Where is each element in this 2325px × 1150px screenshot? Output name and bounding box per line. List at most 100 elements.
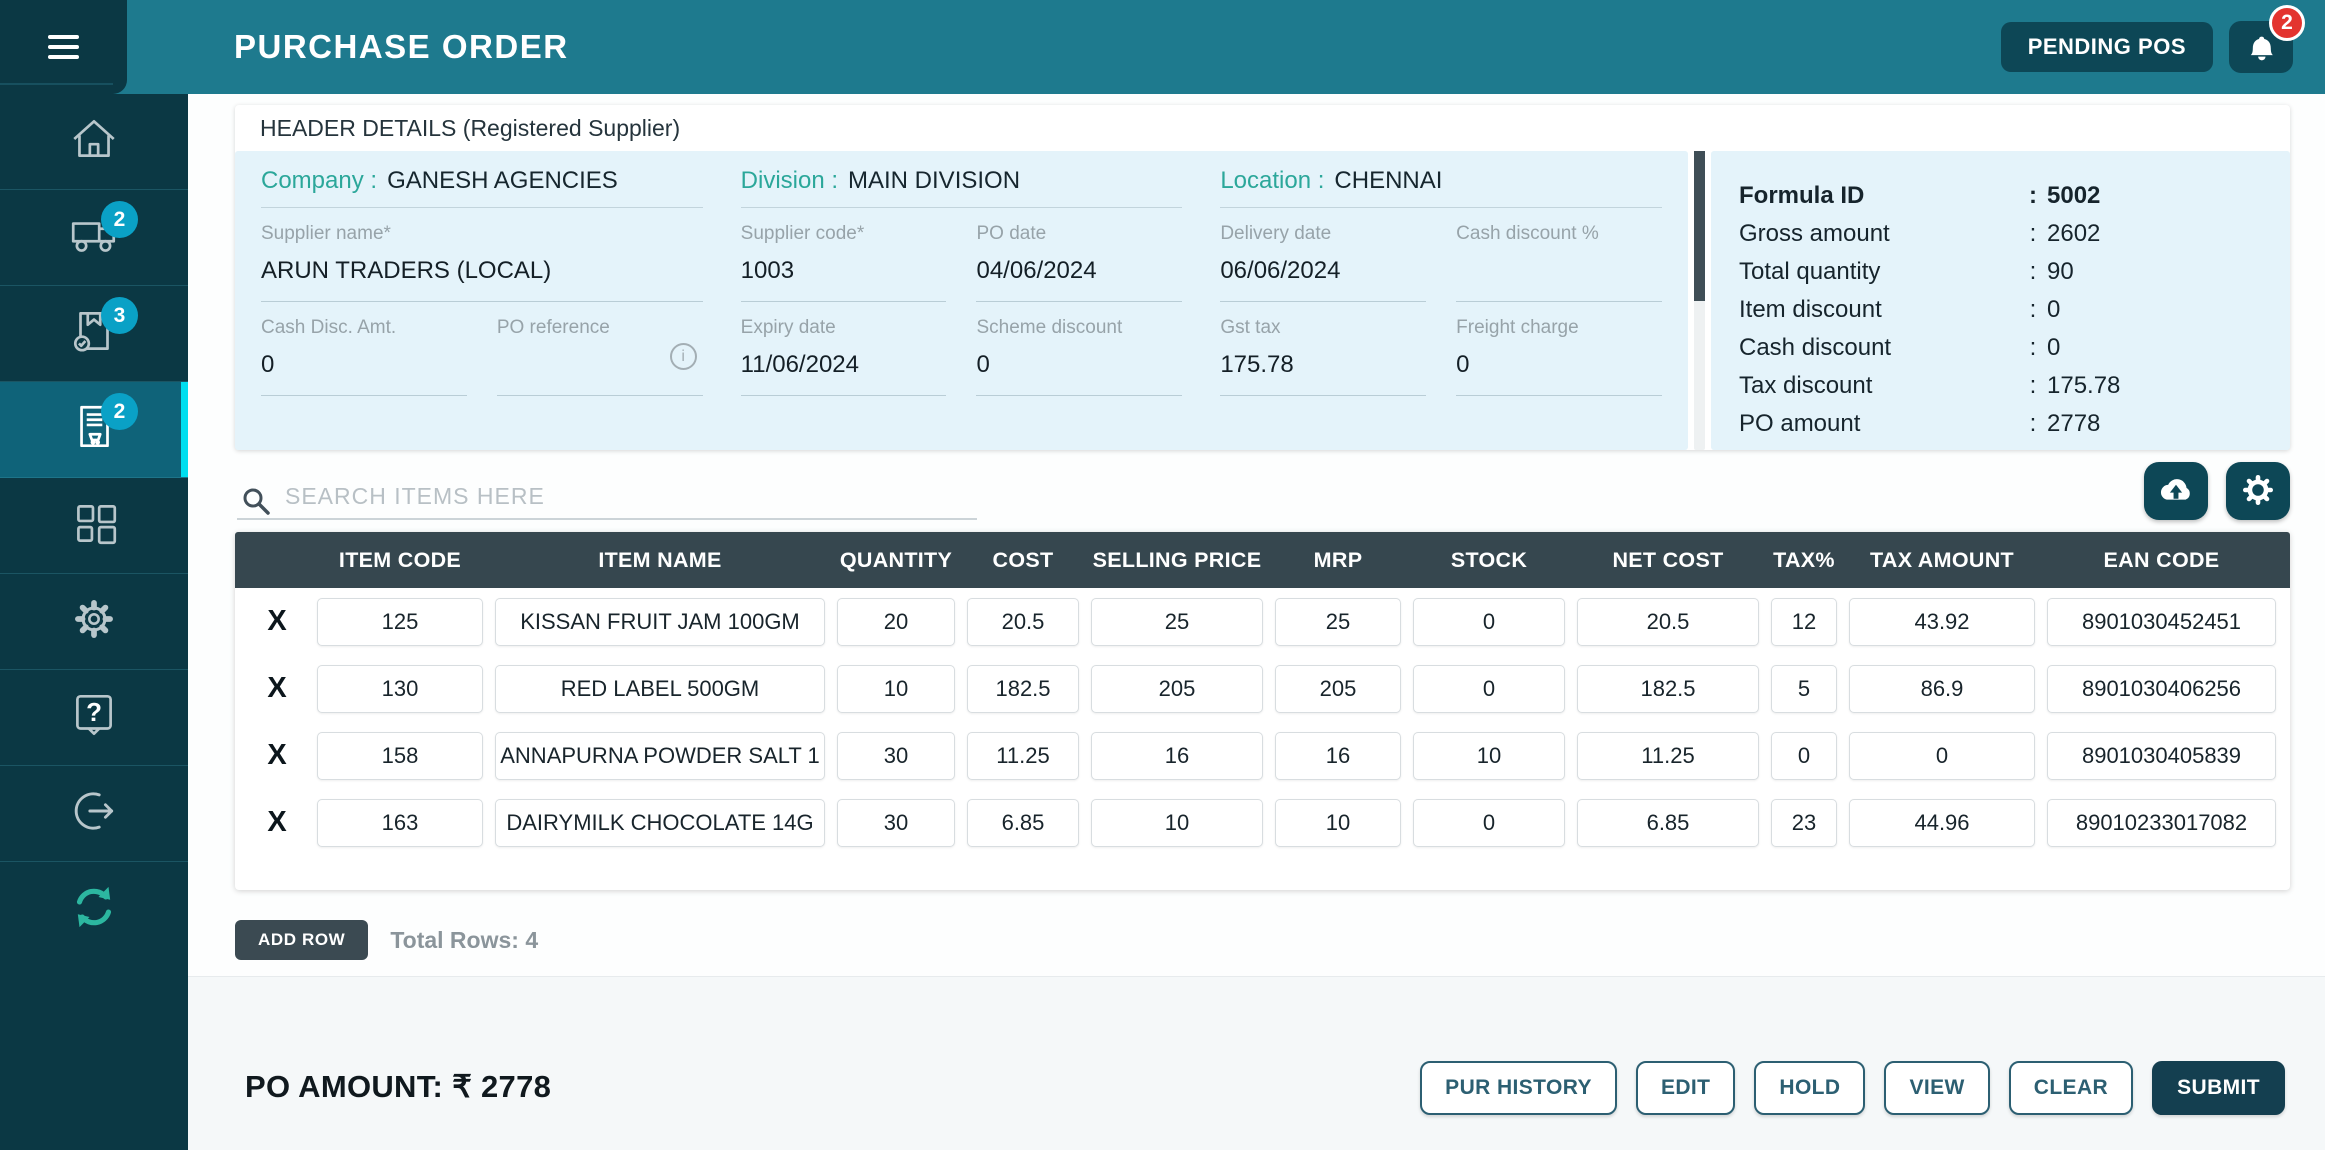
- pending-pos-button[interactable]: PENDING POS: [2000, 22, 2213, 72]
- item-code-input[interactable]: [317, 597, 483, 646]
- sidebar-item-deliveries[interactable]: 2: [0, 190, 188, 286]
- stock-input[interactable]: [1413, 597, 1565, 646]
- freight-charge-field[interactable]: Freight charge 0: [1456, 317, 1662, 396]
- po-amount-total: PO AMOUNT: ₹ 2778: [245, 1069, 552, 1104]
- notifications-button[interactable]: 2: [2229, 5, 2305, 73]
- selling-price-input[interactable]: [1091, 664, 1263, 713]
- cash-disc-amt-field[interactable]: Cash Disc. Amt. 0: [261, 317, 467, 396]
- stock-input[interactable]: [1413, 798, 1565, 847]
- quantity-input[interactable]: [837, 597, 955, 646]
- mrp-input[interactable]: [1275, 664, 1401, 713]
- supplier-code-field[interactable]: Supplier code* 1003: [740, 223, 947, 302]
- delete-row-button[interactable]: X: [249, 808, 305, 837]
- scrollbar-thumb[interactable]: [1694, 151, 1705, 301]
- stock-input[interactable]: [1413, 664, 1565, 713]
- expiry-date-field[interactable]: Expiry date 11/06/2024: [740, 317, 947, 396]
- item-code-input[interactable]: [317, 731, 483, 780]
- delete-row-button[interactable]: X: [249, 674, 305, 703]
- division-heading: Division : MAIN DIVISION: [740, 167, 1183, 208]
- table-settings-button[interactable]: [2226, 462, 2290, 520]
- quantity-input[interactable]: [837, 731, 955, 780]
- tax-pct-input[interactable]: [1771, 664, 1837, 713]
- item-code-input[interactable]: [317, 664, 483, 713]
- quantity-input[interactable]: [837, 798, 955, 847]
- stock-input[interactable]: [1413, 731, 1565, 780]
- hold-button[interactable]: HOLD: [1754, 1061, 1866, 1115]
- help-icon: ?: [67, 688, 121, 747]
- ean-code-input[interactable]: [2047, 798, 2276, 847]
- selling-price-input[interactable]: [1091, 597, 1263, 646]
- supplier-name-field[interactable]: Supplier name* ARUN TRADERS (LOCAL): [261, 223, 703, 302]
- division-label: Division :: [740, 167, 839, 194]
- quantity-input[interactable]: [837, 664, 955, 713]
- net-cost-input[interactable]: [1577, 731, 1759, 780]
- tax-pct-input[interactable]: [1771, 597, 1837, 646]
- ean-code-input[interactable]: [2047, 664, 2276, 713]
- tax-pct-input[interactable]: [1771, 798, 1837, 847]
- formula-row: Tax discount:175.78: [1739, 372, 2121, 399]
- selling-price-input[interactable]: [1091, 798, 1263, 847]
- delivery-date-field[interactable]: Delivery date 06/06/2024: [1220, 223, 1427, 302]
- page-title: PURCHASE ORDER: [234, 28, 569, 65]
- pur-history-button[interactable]: PUR HISTORY: [1420, 1061, 1617, 1115]
- topbar-actions: PENDING POS 2: [2000, 0, 2305, 94]
- tax-amount-input[interactable]: [1849, 597, 2035, 646]
- hamburger-icon: [48, 35, 79, 59]
- tax-amount-input[interactable]: [1849, 798, 2035, 847]
- mrp-input[interactable]: [1275, 597, 1401, 646]
- menu-toggle-button[interactable]: [0, 0, 127, 94]
- edit-button[interactable]: EDIT: [1635, 1061, 1736, 1115]
- info-icon: i: [669, 343, 697, 370]
- cash-discount-pct-field[interactable]: Cash discount %: [1456, 223, 1662, 302]
- add-row-button[interactable]: ADD ROW: [235, 920, 369, 960]
- sidebar-item-settings[interactable]: [0, 574, 188, 670]
- po-date-field[interactable]: PO date 04/06/2024: [976, 223, 1183, 302]
- tax-amount-input[interactable]: [1849, 731, 2035, 780]
- net-cost-input[interactable]: [1577, 597, 1759, 646]
- net-cost-input[interactable]: [1577, 798, 1759, 847]
- formula-row: Gross amount:2602: [1739, 220, 2101, 247]
- division-value: MAIN DIVISION: [848, 167, 1021, 194]
- cost-input[interactable]: [967, 597, 1079, 646]
- item-name-input[interactable]: [495, 597, 825, 646]
- item-name-input[interactable]: [495, 664, 825, 713]
- sidebar-item-goods-receipt[interactable]: 3: [0, 286, 188, 382]
- mrp-input[interactable]: [1275, 731, 1401, 780]
- gst-tax-field[interactable]: Gst tax 175.78: [1220, 317, 1427, 396]
- goods-receipt-count-badge: 3: [101, 297, 138, 334]
- ean-code-input[interactable]: [2047, 597, 2276, 646]
- po-reference-field[interactable]: PO reference i: [496, 317, 703, 396]
- search-items-input[interactable]: [237, 474, 977, 520]
- submit-button[interactable]: SUBMIT: [2152, 1061, 2285, 1115]
- scheme-discount-field[interactable]: Scheme discount 0: [976, 317, 1183, 396]
- view-button[interactable]: VIEW: [1884, 1061, 1990, 1115]
- sidebar-item-home[interactable]: [0, 94, 188, 190]
- cost-input[interactable]: [967, 798, 1079, 847]
- formula-row: PO amount:2778: [1739, 410, 2101, 437]
- panel-scrollbar[interactable]: [1694, 151, 1705, 450]
- item-code-input[interactable]: [317, 798, 483, 847]
- upload-button[interactable]: [2144, 462, 2208, 520]
- selling-price-input[interactable]: [1091, 731, 1263, 780]
- cost-input[interactable]: [967, 664, 1079, 713]
- ean-code-input[interactable]: [2047, 731, 2276, 780]
- mrp-input[interactable]: [1275, 798, 1401, 847]
- net-cost-input[interactable]: [1577, 664, 1759, 713]
- delete-row-button[interactable]: X: [249, 741, 305, 770]
- sidebar-item-purchase-order[interactable]: 2: [0, 382, 188, 478]
- item-name-input[interactable]: [495, 731, 825, 780]
- cost-input[interactable]: [967, 731, 1079, 780]
- sidebar-item-help[interactable]: ?: [0, 670, 188, 766]
- sidebar-item-sync[interactable]: [0, 862, 188, 957]
- delete-row-button[interactable]: X: [249, 607, 305, 636]
- table-row: X: [235, 588, 2290, 655]
- tax-pct-input[interactable]: [1771, 731, 1837, 780]
- location-heading: Location : CHENNAI: [1220, 167, 1662, 208]
- item-name-input[interactable]: [495, 798, 825, 847]
- deliveries-count-badge: 2: [101, 201, 138, 238]
- sidebar-item-apps[interactable]: [0, 478, 188, 574]
- tax-amount-input[interactable]: [1849, 664, 2035, 713]
- sidebar-item-logout[interactable]: [0, 766, 188, 862]
- clear-button[interactable]: CLEAR: [2008, 1061, 2134, 1115]
- cloud-upload-icon: [2155, 469, 2197, 514]
